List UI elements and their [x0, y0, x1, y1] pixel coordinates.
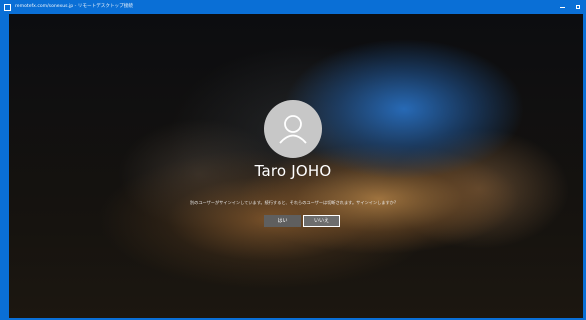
no-button[interactable]: いいえ — [303, 215, 340, 227]
window-title: remotefx.com/sonexus.jp - リモートデスクトップ接続 — [15, 4, 133, 9]
remote-desktop-icon — [4, 3, 11, 11]
user-avatar — [264, 100, 322, 158]
minimize-button[interactable] — [554, 0, 570, 14]
restore-button[interactable] — [570, 0, 586, 14]
sign-in-warning-message: 別のユーザーがサインインしています。続行すると、それらのユーザーは切断されます。… — [189, 200, 397, 205]
restore-icon — [576, 5, 580, 9]
user-icon — [279, 115, 307, 144]
title-bar: remotefx.com/sonexus.jp - リモートデスクトップ接続 — [0, 0, 586, 14]
user-name: Taro JOHO — [254, 162, 332, 180]
yes-button[interactable]: はい — [264, 215, 301, 227]
window-controls — [554, 0, 586, 14]
minimize-icon — [559, 6, 565, 8]
